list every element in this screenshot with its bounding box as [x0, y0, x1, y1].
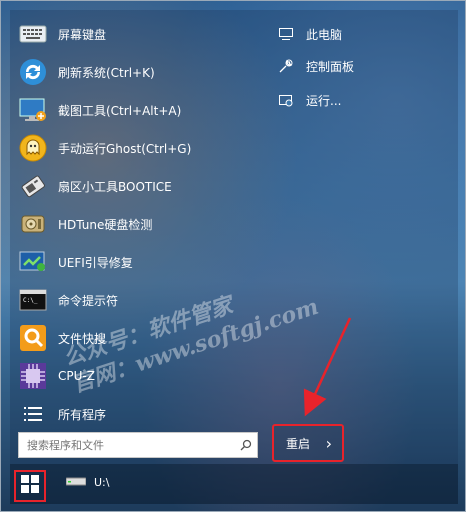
app-item-screenshot-tool[interactable]: 截图工具(Ctrl+Alt+A)	[18, 92, 181, 128]
app-label: CPU-Z	[58, 369, 95, 383]
restart-label: 重启	[286, 436, 311, 451]
all-programs-icon	[18, 399, 48, 429]
run-icon	[278, 92, 294, 108]
app-item-cpuz[interactable]: CPU-Z	[18, 358, 95, 394]
start-button[interactable]	[14, 470, 46, 502]
app-item-command-prompt[interactable]: C:\_ 命令提示符	[18, 282, 118, 318]
app-item-bootice[interactable]: 扇区小工具BOOTICE	[18, 168, 172, 204]
app-label: 手动运行Ghost(Ctrl+G)	[58, 141, 192, 156]
taskbar-drive-u[interactable]: U:\	[65, 476, 110, 489]
hdtune-icon	[18, 209, 48, 239]
svg-text:C:\_: C:\_	[23, 297, 38, 304]
cpuz-icon	[18, 361, 48, 391]
refresh-icon	[18, 57, 48, 87]
ghost-icon	[18, 133, 48, 163]
right-item-label: 控制面板	[306, 59, 355, 74]
right-item-run[interactable]: 运行...	[278, 86, 341, 114]
app-item-onscreen-keyboard[interactable]: 屏幕键盘	[18, 16, 106, 52]
right-item-control-panel[interactable]: 控制面板	[278, 52, 354, 80]
computer-icon	[278, 26, 294, 42]
drive-icon	[65, 476, 87, 489]
right-item-label: 此电脑	[306, 27, 343, 42]
right-item-this-pc[interactable]: 此电脑	[278, 20, 342, 48]
app-label: UEFI引导修复	[58, 255, 133, 270]
app-item-all-programs[interactable]: 所有程序	[18, 396, 106, 432]
app-item-file-search[interactable]: 文件快搜	[18, 320, 106, 356]
app-label: 扇区小工具BOOTICE	[58, 179, 172, 194]
app-item-manual-ghost[interactable]: 手动运行Ghost(Ctrl+G)	[18, 130, 191, 166]
app-label: 命令提示符	[58, 293, 119, 308]
app-label: 刷新系统(Ctrl+K)	[58, 65, 155, 80]
search-icon[interactable]	[235, 439, 257, 451]
bootice-icon	[18, 171, 48, 201]
cmd-icon: C:\_	[18, 285, 48, 315]
uefi-repair-icon	[18, 247, 48, 277]
app-label: 截图工具(Ctrl+Alt+A)	[58, 103, 182, 118]
search-input[interactable]	[25, 433, 235, 457]
app-label: 文件快搜	[58, 331, 107, 346]
windows-logo-icon	[21, 475, 39, 497]
app-item-uefi-repair[interactable]: UEFI引导修复	[18, 244, 133, 280]
file-search-icon	[18, 323, 48, 353]
chevron-right-icon: ›	[325, 433, 332, 453]
app-item-refresh-system[interactable]: 刷新系统(Ctrl+K)	[18, 54, 155, 90]
keyboard-icon	[18, 19, 48, 49]
wrench-icon	[278, 58, 294, 74]
right-item-label: 运行...	[306, 93, 342, 108]
app-label: 屏幕键盘	[58, 27, 107, 42]
restart-button[interactable]: 重启 ›	[272, 424, 344, 462]
app-label: 所有程序	[58, 407, 107, 422]
drive-label: U:\	[94, 476, 110, 489]
app-label: HDTune硬盘检测	[58, 217, 153, 232]
search-box[interactable]	[18, 432, 258, 458]
app-item-hdtune[interactable]: HDTune硬盘检测	[18, 206, 152, 242]
screenshot-icon	[18, 95, 48, 125]
